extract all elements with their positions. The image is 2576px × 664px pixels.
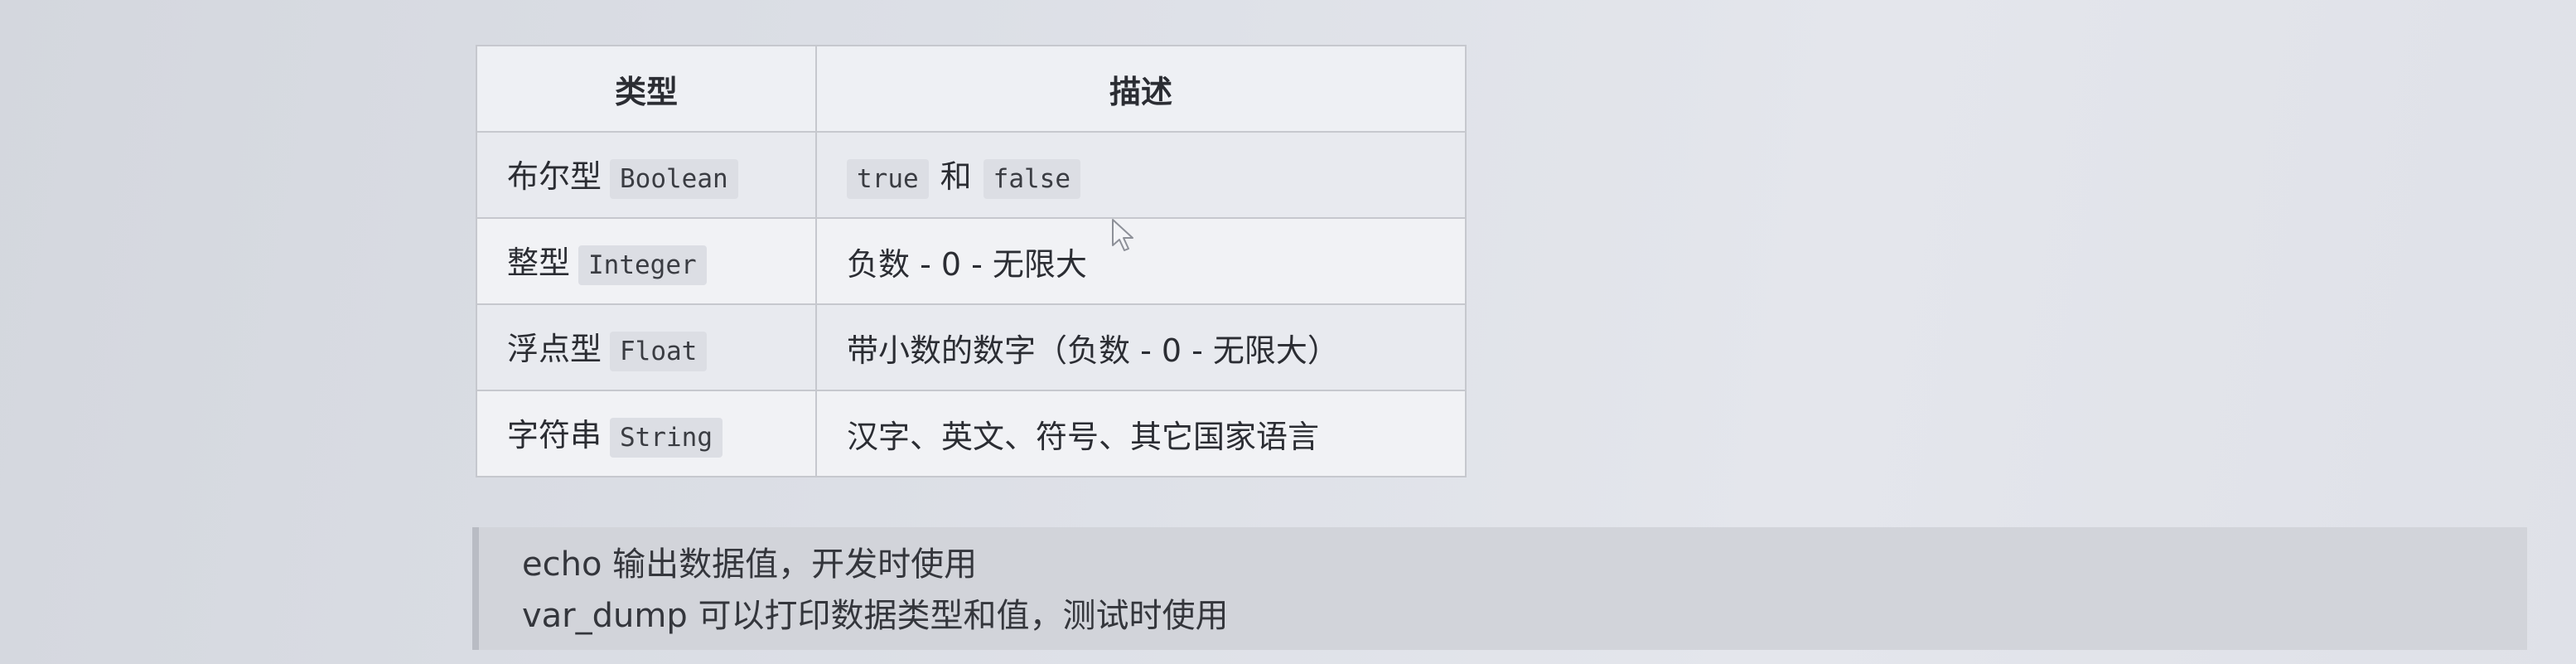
type-code: Float [610, 331, 708, 371]
table-row: 浮点型 Float 带小数的数字（负数 - 0 - 无限大） [476, 303, 1467, 391]
header-description: 描述 [815, 45, 1467, 133]
type-name: 字符串 [507, 417, 602, 454]
type-cell: 整型 Integer [476, 217, 817, 305]
description-joiner: 和 [940, 158, 972, 196]
type-cell: 字符串 String [476, 390, 817, 477]
description-cell: 负数 - 0 - 无限大 [815, 217, 1467, 305]
header-type: 类型 [476, 45, 817, 133]
description-cell: 带小数的数字（负数 - 0 - 无限大） [815, 303, 1467, 391]
note-blockquote: echo 输出数据值，开发时使用 var_dump 可以打印数据类型和值，测试时… [472, 527, 2527, 650]
data-types-table: 类型 描述 布尔型 Boolean true 和 false 整型 Integer 负数… [476, 45, 1467, 477]
type-code: Integer [578, 245, 707, 285]
description-cell: true 和 false [815, 131, 1467, 219]
type-name: 浮点型 [507, 331, 602, 368]
description-cell: 汉字、英文、符号、其它国家语言 [815, 390, 1467, 477]
note-echo: echo 输出数据值，开发时使用 [522, 545, 978, 584]
table-row: 字符串 String 汉字、英文、符号、其它国家语言 [476, 390, 1467, 477]
code-false: false [983, 158, 1080, 199]
type-cell: 浮点型 Float [476, 303, 817, 391]
type-code: Boolean [610, 158, 738, 199]
table-row: 布尔型 Boolean true 和 false [476, 131, 1467, 219]
table-header-row: 类型 描述 [476, 45, 1467, 133]
type-cell: 布尔型 Boolean [476, 131, 817, 219]
note-var-dump: var_dump 可以打印数据类型和值，测试时使用 [522, 597, 1229, 635]
type-name: 布尔型 [507, 158, 602, 196]
code-true: true [847, 158, 929, 199]
type-code: String [610, 417, 723, 458]
type-name: 整型 [507, 245, 571, 282]
table-row: 整型 Integer 负数 - 0 - 无限大 [476, 217, 1467, 305]
mouse-pointer-icon [1112, 219, 1133, 251]
